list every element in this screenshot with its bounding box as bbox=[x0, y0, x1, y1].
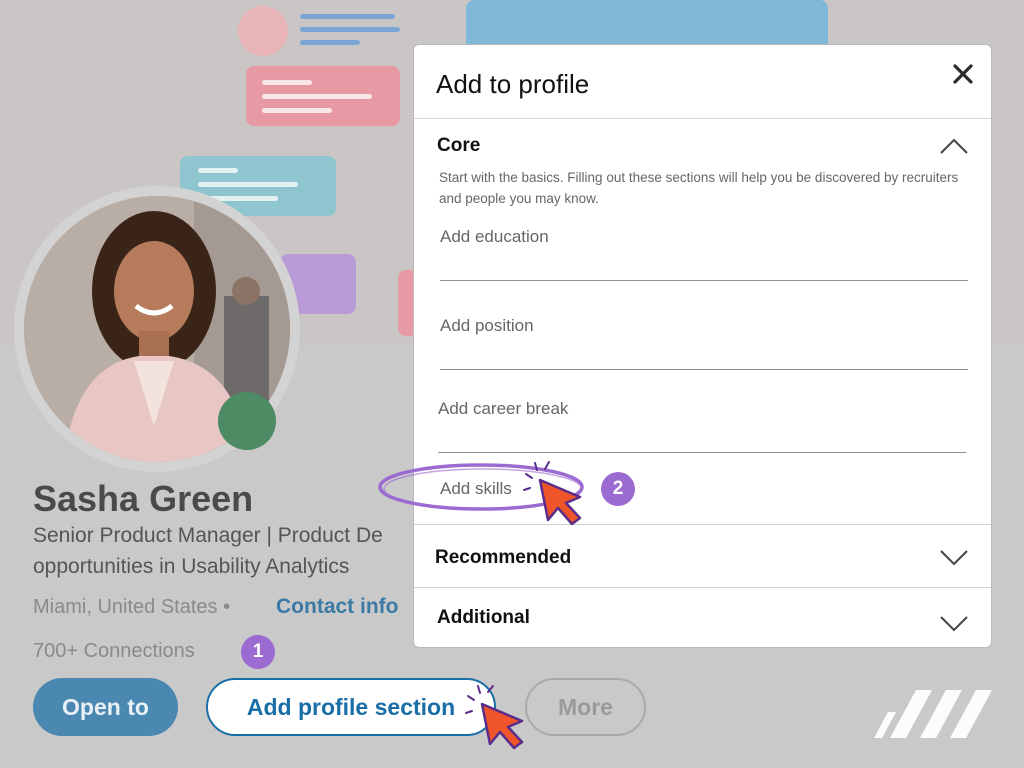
section-recommended-title: Recommended bbox=[435, 547, 572, 568]
open-to-button[interactable]: Open to bbox=[33, 678, 178, 736]
modal-title: Add to profile bbox=[436, 69, 590, 99]
headline-line-2: opportunities in Usability Analytics bbox=[33, 555, 350, 578]
section-additional-header[interactable]: Additional bbox=[414, 589, 991, 645]
close-icon bbox=[953, 64, 973, 84]
option-label: Add education bbox=[440, 227, 549, 246]
option-label: Add position bbox=[440, 316, 534, 335]
section-core-description: Start with the basics. Filling out these… bbox=[439, 170, 959, 206]
add-skills-option[interactable]: Add skills bbox=[440, 479, 968, 519]
add-profile-section-button[interactable]: Add profile section bbox=[206, 678, 496, 736]
option-label: Add skills bbox=[440, 479, 512, 498]
headline-line-1: Senior Product Manager | Product De bbox=[33, 524, 383, 547]
add-position-option[interactable]: Add position bbox=[440, 316, 968, 370]
decorative-circle bbox=[238, 6, 288, 56]
more-button[interactable]: More bbox=[525, 678, 646, 736]
connections-count[interactable]: 700+ Connections bbox=[33, 640, 195, 663]
close-button[interactable] bbox=[949, 60, 977, 88]
add-to-profile-modal: Add to profile Core Start with the basic… bbox=[413, 44, 992, 648]
contact-info-link[interactable]: Contact info bbox=[276, 595, 398, 619]
chevron-up-icon[interactable] bbox=[939, 137, 969, 155]
section-recommended-header[interactable]: Recommended bbox=[414, 527, 991, 583]
profile-location: Miami, United States • bbox=[33, 596, 231, 618]
chevron-down-icon[interactable] bbox=[939, 615, 969, 633]
add-career-break-option[interactable]: Add career break bbox=[438, 399, 966, 453]
decorative-bubble-pink bbox=[246, 66, 400, 126]
modal-header: Add to profile bbox=[414, 45, 991, 119]
section-additional-title: Additional bbox=[437, 607, 530, 628]
step-badge-2: 2 bbox=[601, 472, 635, 506]
step-badge-1: 1 bbox=[241, 635, 275, 669]
brand-logo bbox=[874, 690, 992, 738]
add-education-option[interactable]: Add education bbox=[440, 227, 968, 281]
chevron-down-icon[interactable] bbox=[939, 549, 969, 567]
online-status-indicator bbox=[218, 392, 276, 450]
profile-name: Sasha Green bbox=[33, 478, 254, 519]
option-label: Add career break bbox=[438, 399, 569, 418]
section-core-title: Core bbox=[437, 135, 481, 156]
profile-headline: Senior Product Manager | Product De oppo… bbox=[33, 520, 413, 582]
